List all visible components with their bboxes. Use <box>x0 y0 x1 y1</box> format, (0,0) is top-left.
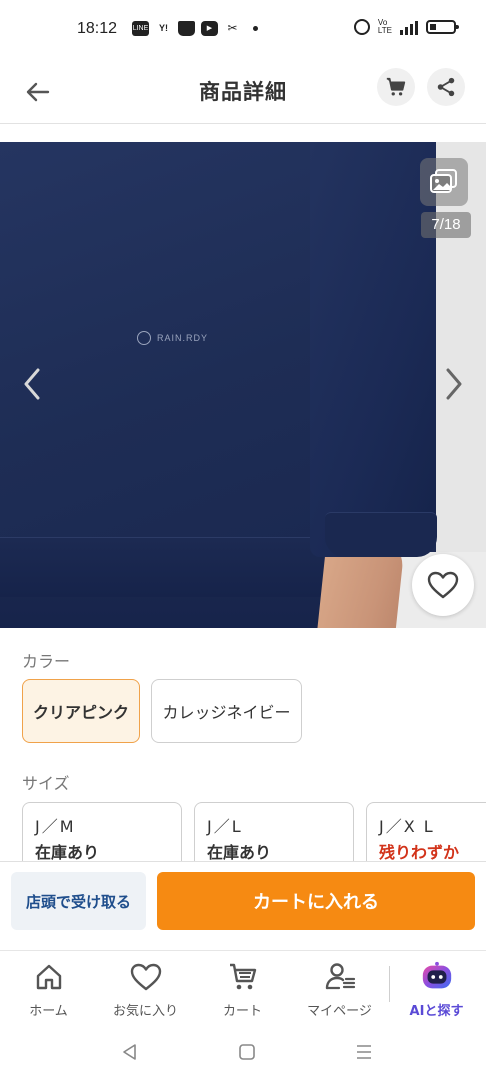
status-time: 18:12 <box>77 20 118 37</box>
alarm-icon <box>353 19 370 35</box>
system-navigation-bar <box>0 1024 486 1080</box>
photo-cuff <box>325 512 437 557</box>
chevron-right-icon <box>446 368 462 400</box>
nav-divider <box>389 966 390 1002</box>
stock-status: 在庫あり <box>207 843 272 862</box>
color-section-label: カラー <box>22 652 71 671</box>
photo-jacket-body <box>0 142 330 587</box>
notification-icons: LINE Y! ▶ ✂ <box>132 21 258 36</box>
add-to-cart-button[interactable]: カートに入れる <box>157 872 475 930</box>
nav-item-home[interactable]: ホーム <box>0 952 97 1024</box>
size-option-xl[interactable]: J／X L 残りわずか <box>366 802 486 862</box>
signal-icon <box>400 19 418 35</box>
system-recents-button[interactable] <box>352 1040 376 1064</box>
nav-label: お気に入り <box>112 1004 178 1019</box>
favorite-button[interactable] <box>412 554 474 616</box>
cart-icon <box>226 960 260 994</box>
volte-icon: Vo LTE <box>377 18 392 35</box>
nav-item-favorites[interactable]: お気に入り <box>97 952 194 1024</box>
nav-item-cart[interactable]: カート <box>194 952 291 1024</box>
product-image-gallery[interactable]: RAIN.RDY 7/18 <box>0 142 486 628</box>
gallery-list-button[interactable] <box>420 158 468 206</box>
size-name: J／L <box>207 817 243 836</box>
triangle-back-icon <box>123 1044 136 1060</box>
purchase-action-bar: 店頭で受け取る カートに入れる <box>0 861 486 951</box>
color-option-label: クリアピンク <box>32 703 129 722</box>
share-icon <box>437 77 455 97</box>
image-counter: 7/18 <box>421 212 471 238</box>
heart-outline-icon <box>427 571 459 599</box>
color-option-label: カレッジネイビー <box>162 703 291 722</box>
header-cart-button[interactable] <box>377 68 415 106</box>
shopping-bag-icon <box>178 21 195 36</box>
nav-label: マイページ <box>307 1004 372 1019</box>
previous-image-button[interactable] <box>18 364 48 404</box>
heart-icon <box>129 960 163 994</box>
stock-status: 在庫あり <box>35 843 100 862</box>
line-app-icon: LINE <box>132 21 149 36</box>
nav-label: AIと探す <box>409 1004 464 1019</box>
chevron-left-icon <box>24 368 40 400</box>
store-pickup-button[interactable]: 店頭で受け取る <box>11 872 146 930</box>
stock-status-low: 残りわずか <box>379 843 460 862</box>
size-option-l[interactable]: J／L 在庫あり <box>194 802 354 862</box>
share-button[interactable] <box>427 68 465 106</box>
next-image-button[interactable] <box>440 364 470 404</box>
user-icon <box>323 960 357 994</box>
cart-icon <box>386 77 406 96</box>
photo-jacket-hem <box>0 537 330 597</box>
size-name: J／X L <box>379 817 435 836</box>
color-option-clear-pink[interactable]: クリアピンク <box>22 679 140 743</box>
size-name: J／M <box>35 817 76 836</box>
nav-label: ホーム <box>29 1004 68 1019</box>
yahoo-app-icon: Y! <box>155 21 172 36</box>
size-section-label: サイズ <box>22 774 70 793</box>
app-header: 商品詳細 <box>0 62 486 124</box>
more-notifications-dot <box>253 26 258 31</box>
nav-item-ai-search[interactable]: AIと探す <box>388 952 485 1024</box>
status-bar: 18:12 LINE Y! ▶ ✂ Vo LTE <box>0 0 486 62</box>
menu-lines-icon <box>357 1045 371 1059</box>
nav-item-mypage[interactable]: マイページ <box>291 952 388 1024</box>
battery-icon <box>426 20 459 34</box>
photo-sleeve <box>310 142 436 557</box>
color-option-college-navy[interactable]: カレッジネイビー <box>151 679 302 743</box>
system-home-button[interactable] <box>235 1040 259 1064</box>
image-gallery-icon <box>430 169 457 193</box>
home-icon <box>32 960 66 994</box>
size-option-m[interactable]: J／M 在庫あり <box>22 802 182 862</box>
garment-logo: RAIN.RDY <box>137 331 208 345</box>
bottom-navigation: ホーム お気に入り カート マイページ AIと探す <box>0 952 486 1024</box>
square-home-icon <box>239 1044 255 1060</box>
youtube-icon: ▶ <box>201 21 218 36</box>
system-status-icons: Vo LTE <box>353 18 459 35</box>
garment-logo-text: RAIN.RDY <box>157 333 209 343</box>
system-back-button[interactable] <box>118 1040 142 1064</box>
globe-icon <box>137 331 151 345</box>
nav-label: カート <box>222 1004 262 1019</box>
ai-robot-icon <box>420 960 454 994</box>
capcut-icon: ✂ <box>224 21 241 36</box>
